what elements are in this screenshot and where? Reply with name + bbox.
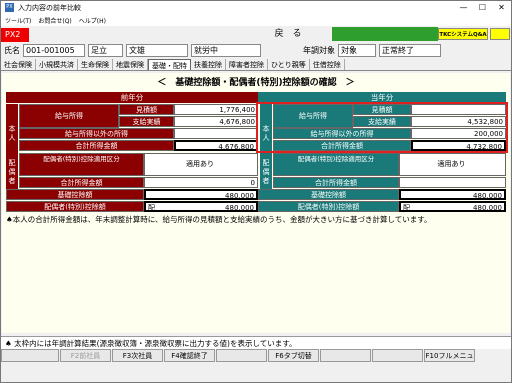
tab-small-mutual[interactable]: 小規模共済 bbox=[36, 59, 78, 70]
tab-life-insurance[interactable]: 生命保険 bbox=[78, 59, 113, 70]
f1-key bbox=[1, 349, 59, 362]
f3-next-employee-button[interactable]: F3次社員 bbox=[112, 349, 163, 362]
tab-social-insurance[interactable]: 社会保険 bbox=[1, 59, 36, 70]
prev-shiharai-label: 支給実績 bbox=[119, 116, 174, 127]
prev-other-label: 給与所得以外の所得 bbox=[19, 128, 174, 139]
status-bar bbox=[1, 365, 511, 382]
prev-other-value bbox=[174, 128, 258, 139]
window-title: 入力内容の前年比較 bbox=[18, 3, 81, 12]
tkc-extra-button[interactable] bbox=[490, 28, 510, 40]
calc-state: 正常終了 bbox=[379, 43, 441, 57]
curr-kiso-value: 480,000 bbox=[399, 189, 506, 200]
prev-kiso-label: 基礎控除額 bbox=[6, 189, 144, 200]
tab-basic-spouse[interactable]: 基礎・配特 bbox=[148, 59, 191, 70]
status-bar-green bbox=[332, 27, 438, 41]
back-button[interactable]: 戻 る bbox=[243, 27, 333, 41]
employee-lastname: 足立 bbox=[88, 43, 123, 57]
curr-h-total-label: 合計所得金額 bbox=[273, 177, 399, 188]
curr-haigu-ded-label: 配偶者(特別)控除額 bbox=[258, 201, 399, 212]
prev-mitsumori-value: 1,776,400 bbox=[174, 104, 258, 115]
year-target-label: 年調対象 bbox=[303, 45, 335, 55]
prev-mitsumori-label: 見積額 bbox=[119, 104, 174, 115]
tab-dependents[interactable]: 扶養控除 bbox=[191, 59, 226, 70]
tab-single-parent[interactable]: ひとり親等 bbox=[268, 59, 310, 70]
note-text: ♠本人の合計所得金額は、年末調整計算時に、給与所得の見積額と支給実績のうち、金額… bbox=[6, 215, 432, 224]
page-title: ＜ 基礎控除額・配偶者(特別)控除額の確認 ＞ bbox=[157, 78, 355, 88]
prev-total-label: 合計所得金額 bbox=[19, 140, 174, 151]
curr-h-total-value bbox=[399, 177, 506, 188]
toolbar: PX2 戻 る TKCシステムQ&A bbox=[1, 27, 511, 42]
f6-tab-switch-button[interactable]: F6タブ切替 bbox=[268, 349, 319, 362]
close-button[interactable]: ✕ bbox=[492, 2, 511, 14]
employee-code: 001-001005 bbox=[23, 43, 85, 57]
tab-housing-loan[interactable]: 住借控除 bbox=[310, 59, 345, 70]
tab-earthquake[interactable]: 地震保険 bbox=[113, 59, 148, 70]
main-panel: ＜ 基礎控除額・配偶者(特別)控除額の確認 ＞ 前年分 本人 給与所得 見積額 … bbox=[2, 73, 510, 333]
prev-shiharai-value: 4,676,800 bbox=[174, 116, 258, 127]
tab-bar: 社会保険 小規模共済 生命保険 地震保険 基礎・配特 扶養控除 障害者控除 ひと… bbox=[1, 59, 511, 71]
curr-haigu-ded-amount: 480,000 bbox=[473, 204, 502, 212]
employee-info: 氏名 001-001005 足立 文雄 就労中 年調対象 対象 正常終了 bbox=[1, 43, 511, 57]
prev-year-header: 前年分 bbox=[6, 92, 258, 103]
app-icon: PX bbox=[5, 3, 14, 12]
tab-disability[interactable]: 障害者控除 bbox=[226, 59, 268, 70]
employee-firstname: 文雄 bbox=[126, 43, 188, 57]
maximize-button[interactable]: ☐ bbox=[473, 2, 492, 14]
title-bar: PX 入力内容の前年比較 — ☐ ✕ bbox=[1, 1, 511, 14]
app-window: PX 入力内容の前年比較 — ☐ ✕ ツール(T) お問合せ(Q) ヘルプ(H)… bbox=[0, 0, 512, 383]
prev-total-value: 4,676,800 bbox=[174, 140, 258, 151]
curr-haigu-ded-value: 配 480,000 bbox=[399, 201, 506, 212]
menu-bar: ツール(T) お問合せ(Q) ヘルプ(H) bbox=[1, 14, 511, 26]
function-key-bar: F2前社員 F3次社員 F4確認終了 F6タブ切替 F10フルメニュー bbox=[1, 349, 511, 373]
f2-prev-employee-button[interactable]: F2前社員 bbox=[60, 349, 111, 362]
prev-haigu-ded-value: 配 480,000 bbox=[144, 201, 258, 212]
prev-kiso-value: 480,000 bbox=[144, 189, 258, 200]
prev-haigu-ded-label: 配偶者(特別)控除額 bbox=[6, 201, 144, 212]
f7-key bbox=[320, 349, 371, 362]
f10-full-menu-button[interactable]: F10フルメニュー bbox=[424, 349, 475, 373]
prev-salary-label: 給与所得 bbox=[19, 104, 119, 128]
f5-key bbox=[216, 349, 267, 362]
minimize-button[interactable]: — bbox=[454, 2, 473, 14]
curr-kubun-value: 適用あり bbox=[399, 153, 506, 176]
curr-kubun-label: 配偶者(特別)控除適用区分 bbox=[273, 153, 399, 176]
menu-inquiry[interactable]: お問合せ(Q) bbox=[38, 16, 71, 25]
px2-badge: PX2 bbox=[1, 27, 29, 42]
name-label: 氏名 bbox=[4, 45, 20, 55]
prev-h-total-label: 合計所得金額 bbox=[19, 177, 144, 188]
prev-haigu-label: 配偶者 bbox=[6, 153, 18, 191]
highlight-box bbox=[256, 102, 508, 153]
year-target-value: 対象 bbox=[338, 43, 376, 57]
menu-help[interactable]: ヘルプ(H) bbox=[79, 16, 106, 25]
menu-tools[interactable]: ツール(T) bbox=[5, 16, 31, 25]
prev-kubun-value: 適用あり bbox=[144, 153, 258, 176]
curr-haigu-ded-prefix: 配 bbox=[403, 204, 410, 212]
curr-kiso-label: 基礎控除額 bbox=[258, 189, 399, 200]
employment-status: 就労中 bbox=[191, 43, 261, 57]
prev-haigu-ded-prefix: 配 bbox=[148, 204, 155, 212]
prev-kubun-label: 配偶者(特別)控除適用区分 bbox=[19, 153, 144, 176]
tkc-qa-button[interactable]: TKCシステムQ&A bbox=[438, 28, 488, 40]
f8-key bbox=[372, 349, 423, 362]
curr-haigu-label: 配偶者 bbox=[260, 153, 272, 191]
prev-h-total-value: 0 bbox=[144, 177, 258, 188]
footnote: ♠ 太枠内には年調計算結果(源泉徴収簿・源泉徴収票に出力する値)を表示しています… bbox=[1, 336, 511, 349]
f4-confirm-button[interactable]: F4確認終了 bbox=[164, 349, 215, 362]
prev-haigu-ded-amount: 480,000 bbox=[225, 204, 254, 212]
